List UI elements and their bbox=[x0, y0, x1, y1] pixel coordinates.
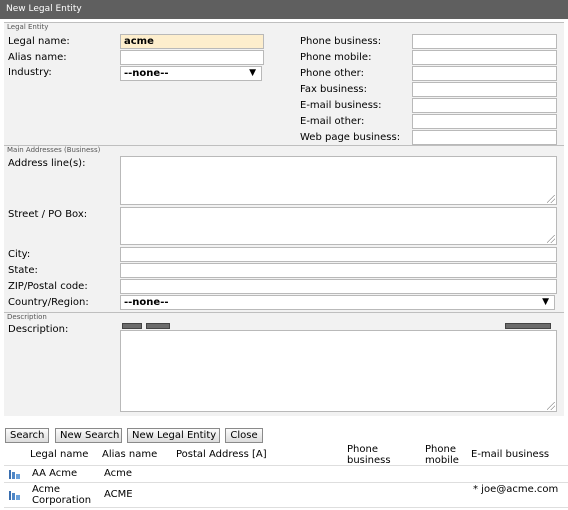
street-textarea[interactable] bbox=[120, 207, 557, 245]
address-lines-label: Address line(s): bbox=[8, 158, 86, 169]
chevron-down-icon: ▼ bbox=[249, 68, 256, 78]
industry-value: --none-- bbox=[124, 68, 169, 79]
cell-legal-name: Acme Corporation bbox=[32, 484, 92, 506]
industry-label: Industry: bbox=[8, 67, 52, 78]
description-textarea[interactable] bbox=[120, 330, 557, 412]
country-select[interactable]: --none-- ▼ bbox=[120, 295, 555, 310]
table-divider bbox=[4, 465, 568, 466]
cell-legal-name: AA Acme bbox=[32, 468, 78, 479]
new-search-button[interactable]: New Search bbox=[55, 428, 122, 443]
phone-business-label: Phone business: bbox=[300, 36, 382, 47]
phone-mobile-label: Phone mobile: bbox=[300, 52, 372, 63]
street-label: Street / PO Box: bbox=[8, 209, 88, 220]
zip-label: ZIP/Postal code: bbox=[8, 281, 88, 292]
alias-name-label: Alias name: bbox=[8, 52, 67, 63]
table-divider bbox=[4, 507, 568, 508]
fax-business-label: Fax business: bbox=[300, 84, 368, 95]
section-header-legal-entity: Legal Entity bbox=[4, 22, 564, 31]
phone-other-input[interactable] bbox=[412, 66, 557, 81]
resize-grip-icon[interactable] bbox=[547, 195, 555, 203]
state-label: State: bbox=[8, 265, 38, 276]
web-page-business-input[interactable] bbox=[412, 130, 557, 145]
phone-other-label: Phone other: bbox=[300, 68, 364, 79]
zip-input[interactable] bbox=[120, 279, 557, 294]
column-header-postal-address[interactable]: Postal Address [A] bbox=[176, 449, 267, 460]
city-input[interactable] bbox=[120, 247, 557, 262]
legal-name-label: Legal name: bbox=[8, 36, 70, 47]
cell-alias-name: Acme bbox=[104, 468, 133, 479]
window-title: New Legal Entity bbox=[0, 0, 568, 19]
section-header-main-addresses: Main Addresses (Business) bbox=[4, 145, 564, 154]
section-header-description: Description bbox=[4, 312, 564, 321]
web-page-business-label: Web page business: bbox=[300, 132, 401, 143]
address-lines-textarea[interactable] bbox=[120, 156, 557, 205]
email-other-label: E-mail other: bbox=[300, 116, 365, 127]
email-business-input[interactable] bbox=[412, 98, 557, 113]
city-label: City: bbox=[8, 249, 31, 260]
table-divider bbox=[4, 482, 568, 483]
chevron-down-icon: ▼ bbox=[542, 297, 549, 307]
legal-entity-icon bbox=[9, 470, 20, 479]
resize-grip-icon[interactable] bbox=[547, 235, 555, 243]
new-legal-entity-button[interactable]: New Legal Entity bbox=[127, 428, 220, 443]
legal-entity-icon bbox=[9, 491, 20, 500]
close-button[interactable]: Close bbox=[225, 428, 263, 443]
cell-alias-name: ACME bbox=[104, 489, 133, 500]
column-header-phone-mobile[interactable]: Phone mobile bbox=[425, 444, 469, 466]
industry-select[interactable]: --none-- ▼ bbox=[120, 66, 262, 81]
country-value: --none-- bbox=[124, 297, 169, 308]
search-button[interactable]: Search bbox=[5, 428, 49, 443]
email-other-input[interactable] bbox=[412, 114, 557, 129]
phone-mobile-input[interactable] bbox=[412, 50, 557, 65]
resize-grip-icon[interactable] bbox=[547, 402, 555, 410]
phone-business-input[interactable] bbox=[412, 34, 557, 49]
column-header-email-business[interactable]: E-mail business bbox=[471, 449, 549, 460]
country-label: Country/Region: bbox=[8, 297, 89, 308]
legal-name-input[interactable]: acme bbox=[120, 34, 264, 49]
column-header-alias-name[interactable]: Alias name bbox=[102, 449, 157, 460]
column-header-phone-business[interactable]: Phone business bbox=[347, 444, 407, 466]
toolbar-widget[interactable] bbox=[122, 323, 142, 329]
cell-email-business: * joe@acme.com bbox=[473, 484, 559, 495]
fax-business-input[interactable] bbox=[412, 82, 557, 97]
state-input[interactable] bbox=[120, 263, 557, 278]
description-label: Description: bbox=[8, 324, 69, 335]
email-business-label: E-mail business: bbox=[300, 100, 382, 111]
toolbar-widget[interactable] bbox=[146, 323, 170, 329]
column-header-legal-name[interactable]: Legal name bbox=[30, 449, 88, 460]
toolbar-widget[interactable] bbox=[505, 323, 551, 329]
alias-name-input[interactable] bbox=[120, 50, 264, 65]
